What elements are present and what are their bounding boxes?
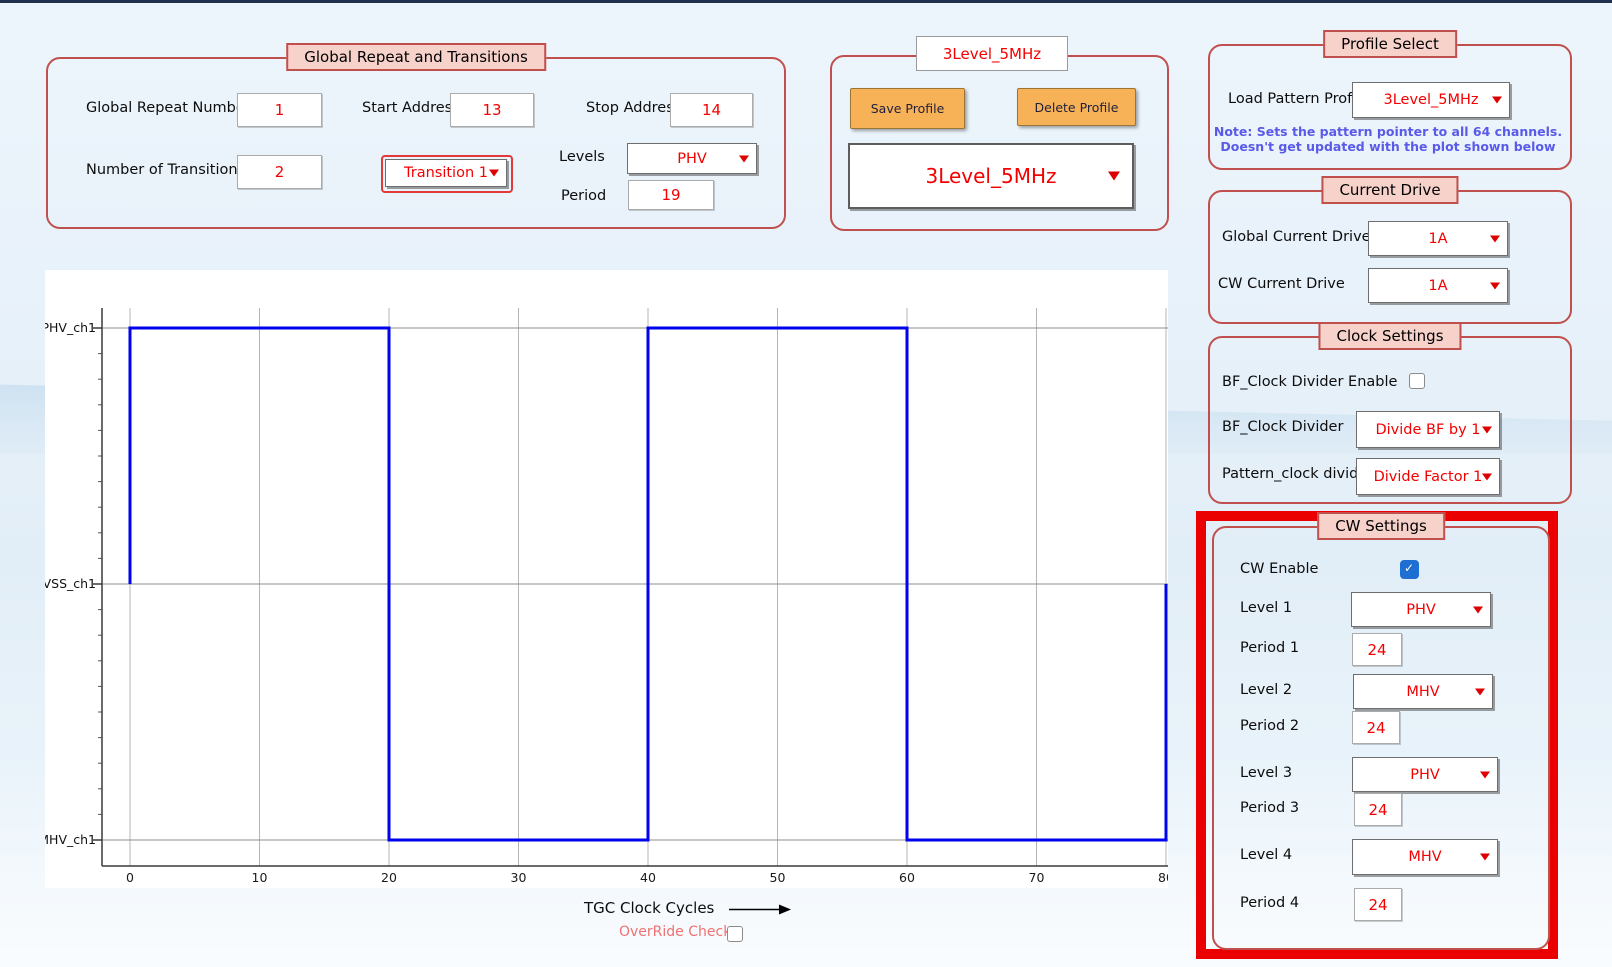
svg-text:80: 80 (1158, 870, 1168, 885)
level-3-value: PHV (1410, 767, 1440, 783)
x-axis-title: TGC Clock Cycles (584, 899, 714, 917)
bf-clock-divider-dropdown[interactable]: Divide BF by 1 (1356, 411, 1500, 448)
svg-text:MHV_ch1: MHV_ch1 (45, 832, 96, 847)
number-of-transitions-label: Number of Transitions (86, 162, 245, 178)
bf-clock-divider-value: Divide BF by 1 (1375, 422, 1480, 438)
svg-text:60: 60 (899, 870, 915, 885)
chevron-down-icon (1492, 97, 1502, 104)
period-label: Period (561, 188, 606, 204)
period-2-label: Period 2 (1240, 718, 1299, 734)
pattern-clock-divider-dropdown[interactable]: Divide Factor 1 (1356, 458, 1500, 495)
svg-text:40: 40 (640, 870, 656, 885)
levels-value: PHV (677, 151, 707, 167)
chevron-down-icon (489, 170, 499, 177)
level-1-label: Level 1 (1240, 600, 1292, 616)
load-pattern-profile-value: 3Level_5MHz (1383, 92, 1478, 108)
bf-clock-divider-label: BF_Clock Divider (1222, 419, 1343, 435)
level-1-dropdown[interactable]: PHV (1351, 592, 1491, 627)
chevron-down-icon (1490, 282, 1500, 289)
transition-select-value: Transition 1 (404, 165, 488, 181)
waveform-plot: PHV_ch1 AVSS_ch1 MHV_ch1 0 10 20 30 40 50 60 70 80 (45, 270, 1168, 888)
cw-current-drive-dropdown[interactable]: 1A (1368, 268, 1508, 303)
pattern-clock-divider-label: Pattern_clock divider (1222, 466, 1373, 482)
load-pattern-profile-label: Load Pattern Profile (1228, 91, 1369, 107)
start-address-input[interactable]: 13 (450, 93, 534, 127)
global-current-drive-value: 1A (1428, 231, 1447, 247)
global-repeat-number-label: Global Repeat Number (86, 100, 251, 116)
stop-address-input[interactable]: 14 (670, 93, 753, 127)
stop-address-label: Stop Address (586, 100, 681, 116)
group-title-clock-settings: Clock Settings (1318, 322, 1461, 350)
chevron-down-icon (1480, 854, 1490, 861)
level-3-dropdown[interactable]: PHV (1352, 757, 1498, 792)
delete-profile-button[interactable]: Delete Profile (1017, 88, 1136, 126)
override-checks-label: OverRide Checks (619, 924, 739, 940)
chevron-down-icon (1482, 473, 1492, 480)
svg-text:70: 70 (1029, 870, 1045, 885)
group-title-profile-select: Profile Select (1323, 30, 1457, 58)
svg-text:30: 30 (511, 870, 527, 885)
window-top-edge (0, 0, 1612, 3)
period-4-input[interactable]: 24 (1354, 888, 1402, 921)
global-repeat-number-input[interactable]: 1 (237, 93, 322, 127)
pattern-clock-divider-value: Divide Factor 1 (1374, 469, 1483, 485)
levels-label: Levels (559, 149, 605, 165)
period-2-input[interactable]: 24 (1352, 711, 1400, 744)
level-1-value: PHV (1406, 602, 1436, 618)
level-2-value: MHV (1406, 684, 1439, 700)
global-current-drive-dropdown[interactable]: 1A (1368, 221, 1508, 256)
profile-select-note-line2: Doesn't get updated with the plot shown … (1208, 139, 1568, 154)
profile-select-note-line1: Note: Sets the pattern pointer to all 64… (1208, 124, 1568, 139)
period-input[interactable]: 19 (628, 180, 714, 210)
period-4-label: Period 4 (1240, 895, 1299, 911)
period-1-input[interactable]: 24 (1352, 633, 1402, 666)
chevron-down-icon (1482, 426, 1492, 433)
svg-text:AVSS_ch1: AVSS_ch1 (45, 576, 96, 591)
bf-clock-divider-enable-checkbox[interactable] (1409, 373, 1425, 389)
transition-select-dropdown[interactable]: Transition 1 (385, 159, 507, 187)
cw-enable-label: CW Enable (1240, 561, 1318, 577)
level-4-label: Level 4 (1240, 847, 1292, 863)
bf-clock-divider-enable-label: BF_Clock Divider Enable (1222, 374, 1397, 390)
period-3-input[interactable]: 24 (1354, 793, 1402, 826)
chevron-down-icon (1108, 172, 1120, 181)
level-2-dropdown[interactable]: MHV (1353, 674, 1493, 709)
chevron-down-icon (739, 155, 749, 162)
right-arrow-icon (729, 903, 791, 916)
svg-text:PHV_ch1: PHV_ch1 (45, 320, 96, 335)
chevron-down-icon (1480, 771, 1490, 778)
svg-text:50: 50 (770, 870, 786, 885)
start-address-label: Start Address (362, 100, 460, 116)
chevron-down-icon (1490, 235, 1500, 242)
chevron-down-icon (1473, 606, 1483, 613)
group-current-drive: Current Drive (1208, 190, 1572, 324)
override-checks-checkbox[interactable] (727, 926, 743, 942)
level-2-label: Level 2 (1240, 682, 1292, 698)
save-profile-button[interactable]: Save Profile (850, 88, 965, 129)
period-3-label: Period 3 (1240, 800, 1299, 816)
group-title-cw-settings: CW Settings (1317, 512, 1445, 540)
period-1-label: Period 1 (1240, 640, 1299, 656)
group-title-global-repeat: Global Repeat and Transitions (286, 43, 546, 71)
profile-select-value: 3Level_5MHz (925, 164, 1056, 188)
profile-panel-title: 3Level_5MHz (916, 36, 1068, 71)
group-title-current-drive: Current Drive (1321, 176, 1458, 204)
svg-text:10: 10 (252, 870, 268, 885)
svg-text:0: 0 (126, 870, 134, 885)
cw-enable-checkbox[interactable] (1400, 560, 1419, 579)
load-pattern-profile-dropdown[interactable]: 3Level_5MHz (1352, 82, 1510, 118)
number-of-transitions-input[interactable]: 2 (237, 155, 322, 189)
levels-dropdown[interactable]: PHV (627, 143, 757, 174)
cw-current-drive-label: CW Current Drive (1218, 276, 1345, 292)
svg-text:20: 20 (381, 870, 397, 885)
cw-current-drive-value: 1A (1428, 278, 1447, 294)
level-4-value: MHV (1408, 849, 1441, 865)
level-4-dropdown[interactable]: MHV (1352, 839, 1498, 875)
level-3-label: Level 3 (1240, 765, 1292, 781)
profile-select-dropdown[interactable]: 3Level_5MHz (848, 143, 1134, 209)
global-current-drive-label: Global Current Drive (1222, 229, 1371, 245)
chevron-down-icon (1475, 688, 1485, 695)
waveform-svg: PHV_ch1 AVSS_ch1 MHV_ch1 0 10 20 30 40 50 60 70 80 (45, 270, 1168, 888)
